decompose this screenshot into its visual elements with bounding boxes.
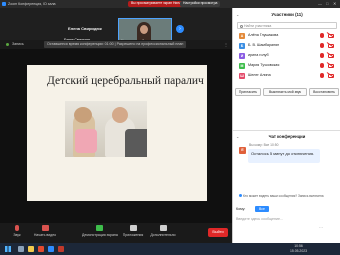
recording-label: Запись xyxy=(12,42,24,46)
chat-message-meta: Вы кому: Все 10:50 xyxy=(249,143,279,147)
participant-name: Б. В. Шамбаранян xyxy=(248,43,280,47)
chat-header: ⌄ Чат конференции xyxy=(233,132,340,142)
presentation-slide: Детский церебральный паралич xyxy=(27,65,207,201)
share-screen-icon xyxy=(95,225,103,231)
collapse-icon[interactable]: ⌄ xyxy=(236,8,239,22)
photo-head-right xyxy=(112,107,128,123)
more-icon xyxy=(159,225,167,231)
browser-icon[interactable] xyxy=(38,246,44,252)
chat-more-icon[interactable]: ⋯ xyxy=(319,225,323,230)
side-panel: ⌄ Участники (11) Найти участника А Алёна… xyxy=(232,8,340,243)
share-screen-label: Демонстрация экрана xyxy=(82,233,118,237)
chat-hint-text: Кто может видеть ваши сообщения? Запись … xyxy=(243,194,324,198)
participant-name-large: Елена Свиридюк xyxy=(68,26,102,31)
avatar: А xyxy=(239,32,245,39)
chat-input[interactable]: Введите здесь сообщение... xyxy=(236,215,338,223)
participant-row[interactable]: И ирина голуб xyxy=(233,51,340,61)
participant-search-input[interactable]: Найти участника xyxy=(237,22,337,29)
muted-mic-icon xyxy=(15,225,19,231)
clock-date: 15.05.2023 xyxy=(290,248,307,253)
share-info-bar: Запись Оставшееся время конференции: 01:… xyxy=(0,40,232,49)
more-button[interactable]: Дополнительно xyxy=(146,225,180,237)
search-icon xyxy=(239,24,243,28)
search-placeholder: Найти участника xyxy=(244,24,272,28)
zoom-taskbar-icon[interactable] xyxy=(48,246,54,252)
participant-actions: Пригласить Выключить мой звук Восстанови… xyxy=(235,88,340,97)
title-bar: Zoom Конференция, ID зала Вы просматрива… xyxy=(0,0,340,8)
viewing-screen-banner[interactable]: Вы просматриваете экран Нина xyxy=(128,1,185,7)
muted-mic-icon xyxy=(320,73,324,78)
avatar: М xyxy=(239,62,245,69)
recipient-select[interactable]: Все xyxy=(255,206,269,212)
muted-mic-icon xyxy=(320,63,324,68)
minimize-icon[interactable]: — xyxy=(318,0,322,8)
participant-row[interactable]: А Алёна Глушакова xyxy=(233,31,340,41)
video-strip: Елена Свиридюк Елена Свиридюк Национальн… xyxy=(0,8,232,45)
more-label: Дополнительно xyxy=(150,233,176,237)
recording-icon xyxy=(6,43,9,46)
meeting-toolbar: Звук Начать видео Демонстрация экрана Пр… xyxy=(0,223,232,243)
collapse-icon[interactable]: ⌄ xyxy=(236,132,239,142)
window-title: Zoom Конференция, ID зала xyxy=(8,2,56,6)
avatar: Е xyxy=(239,147,246,154)
info-icon xyxy=(239,194,242,197)
chat-message: Осталось 5 минут до отключения. xyxy=(248,149,320,163)
time-remaining-notice: Оставшееся время конференции: 01:00 | Ра… xyxy=(44,41,187,48)
powerpoint-icon[interactable] xyxy=(58,246,64,252)
file-explorer-icon[interactable] xyxy=(28,246,34,252)
apps-button[interactable]: Приложения xyxy=(116,225,150,237)
slide-title: Детский церебральный паралич xyxy=(47,75,204,87)
participant-list: А Алёна Глушакова Б Б. В. Шамбаранян И и… xyxy=(233,31,340,81)
start-video-label: Начать видео xyxy=(33,233,57,237)
avatar: И xyxy=(239,52,245,59)
view-options-button[interactable]: Настройки просмотра xyxy=(180,1,221,7)
view-menu-icon[interactable]: ⋮ xyxy=(224,40,228,49)
muted-mic-icon xyxy=(320,33,324,38)
panel-divider[interactable] xyxy=(233,130,340,131)
chat-title: Чат конференции xyxy=(268,134,306,139)
search-icon[interactable] xyxy=(18,246,24,252)
close-icon[interactable]: ✕ xyxy=(333,0,336,8)
apps-label: Приложения xyxy=(122,233,144,237)
system-clock[interactable]: 10:56 15.05.2023 xyxy=(290,244,307,253)
participant-row[interactable]: М Мария Тучковская xyxy=(233,61,340,71)
os-taskbar: 10:56 15.05.2023 xyxy=(0,243,340,255)
participant-name: Шелег Алина xyxy=(248,73,271,77)
avatar: Б xyxy=(239,42,245,49)
muted-mic-icon xyxy=(320,53,324,58)
participant-name: ирина голуб xyxy=(248,53,269,57)
participants-header: ⌄ Участники (11) xyxy=(233,8,340,22)
maximize-icon[interactable]: □ xyxy=(326,0,328,8)
zoom-logo-icon xyxy=(2,2,6,6)
leave-button[interactable]: Выйти xyxy=(208,228,228,237)
chat-visibility-hint[interactable]: Кто может видеть ваши сообщения? Запись … xyxy=(239,194,337,198)
shared-screen: Детский церебральный паралич xyxy=(0,49,232,223)
participant-face xyxy=(140,25,148,34)
restore-button[interactable]: Восстановить xyxy=(309,88,339,96)
avatar: Ш xyxy=(239,72,245,79)
participants-title: Участники (11) xyxy=(271,12,303,17)
muted-mic-icon xyxy=(320,43,324,48)
participant-name: Мария Тучковская xyxy=(248,63,280,67)
apps-icon xyxy=(129,225,137,231)
photo-shirt xyxy=(75,129,97,153)
video-off-icon xyxy=(41,225,49,231)
participant-row[interactable]: Б Б. В. Шамбаранян xyxy=(233,41,340,51)
start-video-button[interactable]: Начать видео xyxy=(28,225,62,237)
recipient-label: Кому: xyxy=(236,207,246,211)
photo-head-left xyxy=(74,107,92,123)
windows-start-icon[interactable] xyxy=(5,246,11,252)
next-video-arrow-icon[interactable]: › xyxy=(176,25,184,33)
participant-name: Алёна Глушакова xyxy=(248,33,279,37)
slide-photo xyxy=(65,101,147,157)
photo-wheelchair xyxy=(125,129,147,157)
invite-button[interactable]: Пригласить xyxy=(235,88,261,96)
share-screen-button[interactable]: Демонстрация экрана xyxy=(82,225,118,237)
participant-row[interactable]: Ш Шелег Алина xyxy=(233,71,340,81)
mute-me-button[interactable]: Выключить мой звук xyxy=(263,88,307,96)
